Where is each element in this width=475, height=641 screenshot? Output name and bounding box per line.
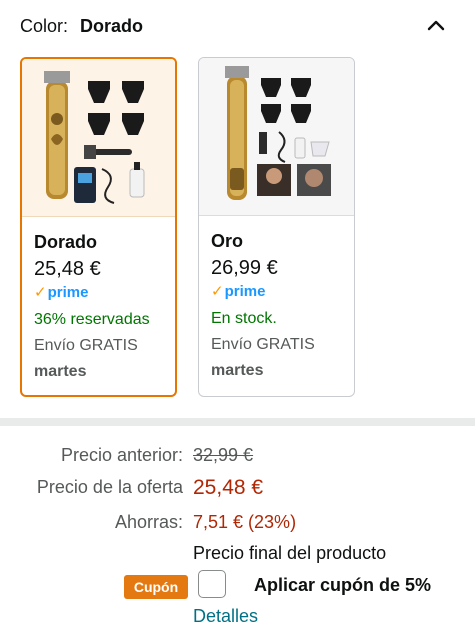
prime-badge: ✓ prime — [211, 282, 354, 302]
prime-label: prime — [47, 284, 89, 301]
variant-delivery-day: martes — [211, 362, 264, 379]
apply-coupon-label[interactable]: Aplicar cupón de 5% — [254, 575, 431, 596]
offer-price-row: Precio de la oferta 25,48 € — [0, 476, 475, 503]
product-image-dorado — [22, 59, 175, 217]
coupon-badge: Cupón — [124, 575, 188, 599]
prime-label: prime — [224, 283, 266, 300]
savings-value: 7,51 € (23%) — [193, 512, 297, 532]
prime-badge: ✓ prime — [34, 283, 175, 303]
prime-check-icon: ✓ — [34, 284, 47, 301]
variant-shipping: Envío GRATIS — [34, 337, 138, 354]
chevron-up-icon[interactable] — [425, 14, 447, 36]
variant-name: Oro — [211, 231, 244, 251]
color-label: Color: — [20, 15, 69, 36]
product-image-oro — [199, 58, 354, 216]
variant-card-oro[interactable]: Oro 26,99 € ✓ prime En stock. Envío GRAT… — [198, 57, 355, 397]
variant-name: Dorado — [34, 232, 97, 252]
prime-check-icon: ✓ — [211, 283, 224, 300]
variant-card-dorado[interactable]: Dorado 25,48 € ✓ prime 36% reservadas En… — [20, 57, 177, 397]
previous-price-label: Precio anterior: — [60, 445, 183, 465]
offer-price-value: 25,48 € — [193, 476, 264, 499]
apply-coupon-checkbox[interactable] — [198, 570, 226, 598]
coupon-details-link[interactable]: Detalles — [193, 606, 258, 627]
variant-availability: En stock. — [211, 310, 277, 327]
variant-availability: 36% reservadas — [34, 311, 150, 328]
previous-price-value: 32,99 € — [193, 445, 254, 465]
previous-price-row: Precio anterior: 32,99 € — [0, 445, 475, 471]
variant-delivery-day: martes — [34, 363, 87, 380]
section-divider — [0, 418, 475, 426]
offer-price-label: Precio de la oferta — [36, 477, 183, 497]
savings-label: Ahorras: — [114, 512, 183, 532]
variant-price: 26,99 € — [211, 257, 278, 279]
variant-price: 25,48 € — [34, 258, 101, 280]
selected-color-value: Dorado — [80, 15, 144, 36]
savings-row: Ahorras: 7,51 € (23%) — [0, 512, 475, 538]
color-selector-header[interactable]: Color: Dorado — [20, 12, 455, 40]
variant-shipping: Envío GRATIS — [211, 336, 315, 353]
final-price-note: Precio final del producto — [193, 543, 387, 563]
